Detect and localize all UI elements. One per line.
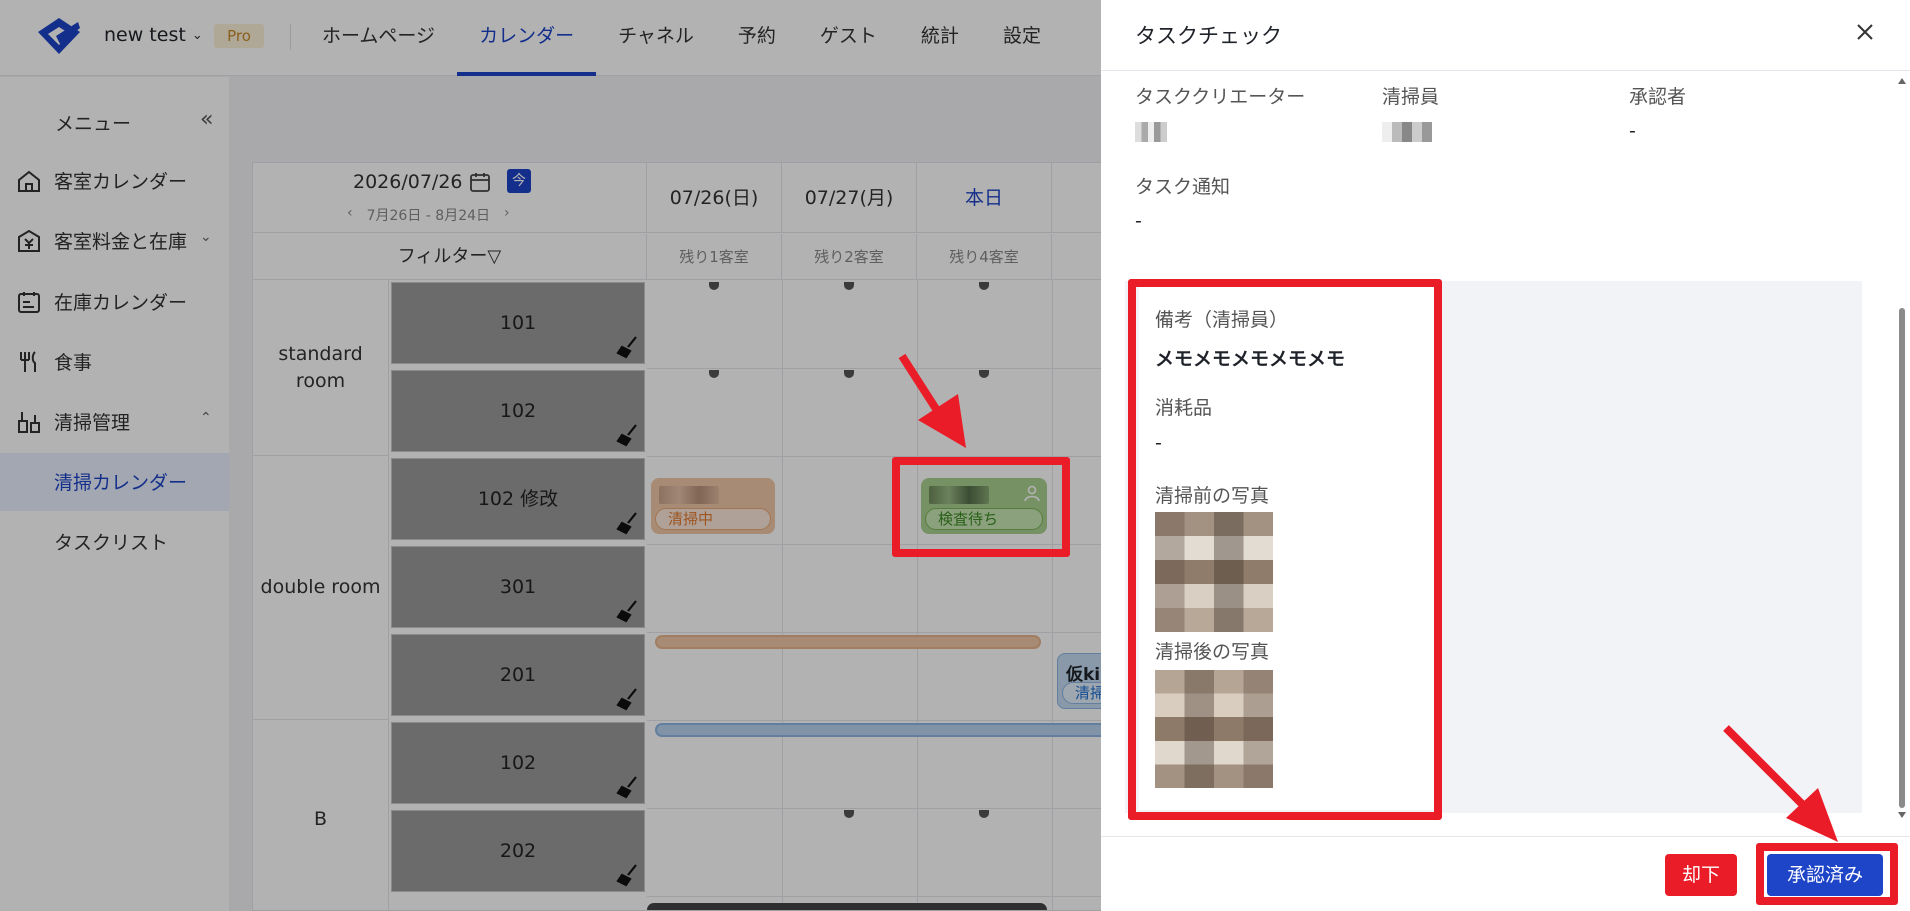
cleaner-label: 清掃員 bbox=[1382, 86, 1440, 108]
highlight-box-task bbox=[892, 457, 1070, 557]
drawer-footer-divider bbox=[1101, 836, 1910, 837]
modal-overlay[interactable] bbox=[0, 0, 1101, 911]
approver-value: - bbox=[1629, 120, 1636, 142]
reject-button[interactable]: 却下 bbox=[1665, 854, 1737, 896]
drawer-title: タスクチェック bbox=[1135, 24, 1282, 48]
drawer-scrollbar[interactable] bbox=[1898, 78, 1906, 818]
blurred-creator-name bbox=[1135, 122, 1167, 142]
notification-value: - bbox=[1135, 210, 1142, 232]
highlight-box-report bbox=[1128, 279, 1442, 820]
blurred-cleaner-name bbox=[1382, 122, 1432, 142]
highlight-box-approve bbox=[1756, 843, 1898, 905]
drawer-divider bbox=[1101, 70, 1910, 71]
close-icon[interactable] bbox=[1853, 20, 1877, 44]
creator-label: タスククリエーター bbox=[1135, 86, 1306, 108]
notification-label: タスク通知 bbox=[1135, 176, 1231, 198]
approver-label: 承認者 bbox=[1629, 86, 1687, 108]
